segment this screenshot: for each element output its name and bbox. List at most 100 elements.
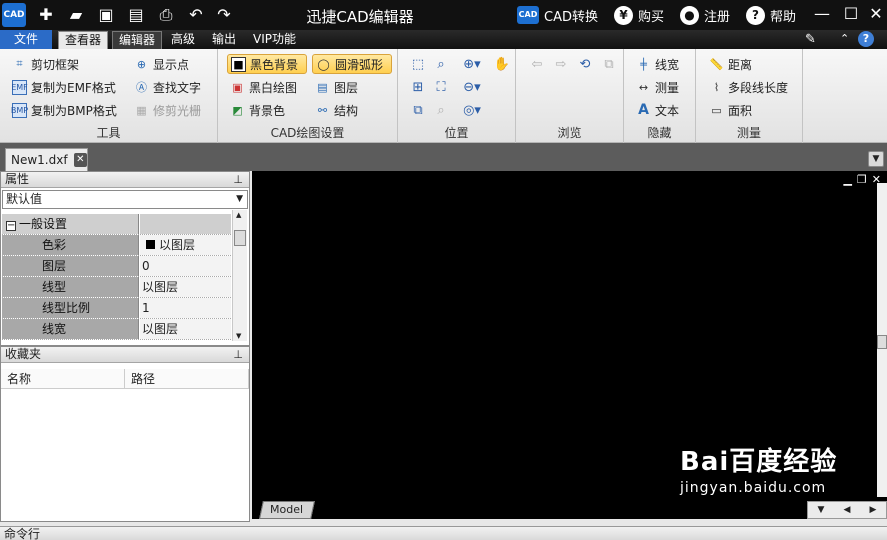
maximize-icon[interactable]: ☐ [842, 5, 860, 23]
distance-button[interactable]: 📏 距离 [706, 54, 755, 74]
layers-button[interactable]: ▤ 图层 [312, 77, 361, 97]
model-tab[interactable]: Model [259, 501, 315, 519]
tab-vip[interactable]: VIP功能 [247, 31, 302, 49]
property-row-linetype-scale[interactable]: 线型比例 1 [2, 298, 231, 319]
polyline-length-label: 多段线长度 [728, 80, 789, 95]
close-icon[interactable]: ✕ [867, 5, 885, 23]
show-points-label: 显示点 [153, 57, 190, 72]
smooth-arc-icon: ◯ [317, 57, 330, 71]
find-text-icon: Ⓐ [136, 81, 147, 94]
canvas-window-controls: ▁ ❐ ✕ [843, 173, 881, 186]
tab-viewer[interactable]: 查看器 [58, 31, 109, 49]
ribbon-group-tools-label: 工具 [96, 126, 121, 140]
ribbon-group-cad-settings-label: CAD绘图设置 [270, 126, 345, 140]
drawing-canvas[interactable]: ▁ ❐ ✕ Model ▼ ◀ ▶ Bai百度经验 jingyan.baidu.… [252, 171, 887, 519]
tab-output[interactable]: 输出 [206, 31, 242, 49]
pin-icon[interactable]: ⊥ [233, 172, 243, 187]
orbit-icon[interactable]: ◎▾ [458, 101, 486, 119]
column-header-name[interactable]: 名称 [1, 369, 125, 389]
cad-convert-button[interactable]: CAD CAD转换 [517, 5, 598, 25]
pan-hand-icon[interactable]: ✋ [493, 55, 511, 73]
show-points-button[interactable]: ⊕ 显示点 [131, 54, 192, 74]
property-row-layer[interactable]: 图层 0 [2, 256, 231, 277]
property-value: 以图层 [140, 319, 231, 339]
zoom-next-icon[interactable]: ⌕ [432, 101, 450, 119]
find-text-button[interactable]: Ⓐ 查找文字 [131, 77, 204, 97]
property-row-linetype[interactable]: 线型 以图层 [2, 277, 231, 298]
zoom-extents-icon[interactable]: ⊞ [409, 78, 427, 96]
collapse-ribbon-icon[interactable]: ⌃ [840, 32, 849, 45]
zoom-in-icon[interactable]: ⊕▾ [458, 55, 486, 73]
black-background-label: 黑色背景 [250, 57, 299, 72]
zoom-out-icon[interactable]: ⊖▾ [458, 78, 486, 96]
trim-raster-button[interactable]: ▦ 修剪光栅 [131, 100, 204, 120]
copy-view-icon[interactable]: ⧉ [600, 55, 618, 73]
properties-scroll-thumb[interactable] [234, 230, 246, 246]
structure-button[interactable]: ⚯ 结构 [312, 100, 361, 120]
minimize-icon[interactable]: — [813, 5, 831, 23]
scroll-down-icon[interactable]: ▼ [818, 505, 825, 515]
bw-drawing-label: 黑白绘图 [249, 80, 298, 95]
area-icon: ▭ [711, 103, 722, 117]
canvas-horizontal-scrollbar[interactable]: ▼ ◀ ▶ [807, 501, 887, 519]
property-group-general[interactable]: − 一般设置 [2, 214, 231, 235]
close-tab-icon[interactable]: ✕ [73, 153, 87, 167]
scroll-down-icon[interactable]: ▼ [236, 332, 241, 340]
properties-select[interactable]: 默认值 ▼ [2, 190, 248, 209]
help-button[interactable]: ? 帮助 [746, 5, 796, 25]
buy-button[interactable]: ¥ 购买 [614, 5, 664, 25]
polyline-length-button[interactable]: ⌇ 多段线长度 [706, 77, 791, 97]
canvas-vertical-scrollbar[interactable] [877, 183, 887, 497]
ribbon-help-icon[interactable]: ? [858, 31, 874, 47]
tab-advanced[interactable]: 高级 [165, 31, 201, 49]
scroll-up-icon[interactable]: ▲ [236, 211, 241, 219]
canvas-scroll-thumb[interactable] [877, 335, 887, 349]
baidu-watermark: Bai百度经验 jingyan.baidu.com [680, 441, 837, 496]
zoom-previous-icon[interactable]: ⧉ [409, 101, 427, 119]
properties-scrollbar[interactable]: ▲ ▼ [232, 210, 247, 341]
measure-toggle-button[interactable]: ↔ 测量 [633, 77, 682, 97]
canvas-restore-icon[interactable]: ❐ [857, 173, 867, 186]
lineweight-button[interactable]: ╪ 线宽 [633, 54, 682, 74]
copy-emf-button[interactable]: EMF 复制为EMF格式 [9, 77, 119, 97]
forward-arrow-icon[interactable]: ⇨ [552, 55, 570, 73]
yen-icon: ¥ [614, 5, 633, 25]
tab-editor[interactable]: 编辑器 [112, 31, 163, 49]
copy-bmp-button[interactable]: BMP 复制为BMP格式 [9, 100, 120, 120]
register-button[interactable]: ● 注册 [680, 5, 730, 25]
pen-icon[interactable]: ✎ [805, 32, 816, 47]
pin-icon[interactable]: ⊥ [233, 347, 243, 362]
property-row-lineweight[interactable]: 线宽 以图层 [2, 319, 231, 340]
ribbon-group-browse: ⇦ ⇨ ⟲ ⧉ 浏览 [516, 49, 624, 143]
column-header-path[interactable]: 路径 [125, 369, 249, 389]
canvas-minimize-icon[interactable]: ▁ [843, 173, 851, 186]
refresh-icon[interactable]: ⟲ [576, 55, 594, 73]
scroll-left-icon[interactable]: ◀ [844, 505, 851, 515]
document-tab[interactable]: New1.dxf ✕ [5, 148, 88, 171]
crop-icon: ⌗ [16, 57, 23, 70]
back-arrow-icon[interactable]: ⇦ [528, 55, 546, 73]
ribbon-group-hide: ╪ 线宽 ↔ 测量 A 文本 隐藏 [624, 49, 696, 143]
bw-drawing-button[interactable]: ▣ 黑白绘图 [227, 77, 300, 97]
crop-frame-button[interactable]: ⌗ 剪切框架 [9, 54, 82, 74]
register-label: 注册 [704, 9, 731, 25]
zoom-window-icon[interactable]: ⬚ [409, 55, 427, 73]
area-button[interactable]: ▭ 面积 [706, 100, 755, 120]
property-row-color[interactable]: 色彩 以图层 [2, 235, 231, 256]
property-value: 以图层 [159, 238, 196, 252]
tab-list-dropdown-icon[interactable]: ▼ [868, 151, 884, 167]
ribbon-group-tools: ⌗ 剪切框架 EMF 复制为EMF格式 BMP 复制为BMP格式 ⊕ 显示点 Ⓐ 查找文字… [0, 49, 218, 143]
zoom-realtime-icon[interactable]: ⌕ [432, 55, 450, 73]
text-toggle-button[interactable]: A 文本 [633, 100, 682, 120]
property-key: 图层 [2, 256, 139, 276]
ribbon-group-position: ⬚ ⌕ ⊕▾ ✋ ⊞ ⛶ ⊖▾ ⧉ ⌕ ◎▾ 位置 [398, 49, 516, 143]
ribbon-group-position-label: 位置 [444, 126, 469, 140]
tab-file[interactable]: 文件 [0, 30, 52, 49]
scroll-right-icon[interactable]: ▶ [870, 505, 877, 515]
fit-icon[interactable]: ⛶ [432, 78, 450, 96]
ribbon-group-browse-label: 浏览 [557, 126, 582, 140]
bmp-icon: BMP [11, 102, 28, 118]
black-background-button[interactable]: ■ 黑色背景 [227, 54, 307, 74]
background-color-button[interactable]: ◩ 背景色 [227, 100, 288, 120]
smooth-arc-button[interactable]: ◯ 圆滑弧形 [312, 54, 392, 74]
